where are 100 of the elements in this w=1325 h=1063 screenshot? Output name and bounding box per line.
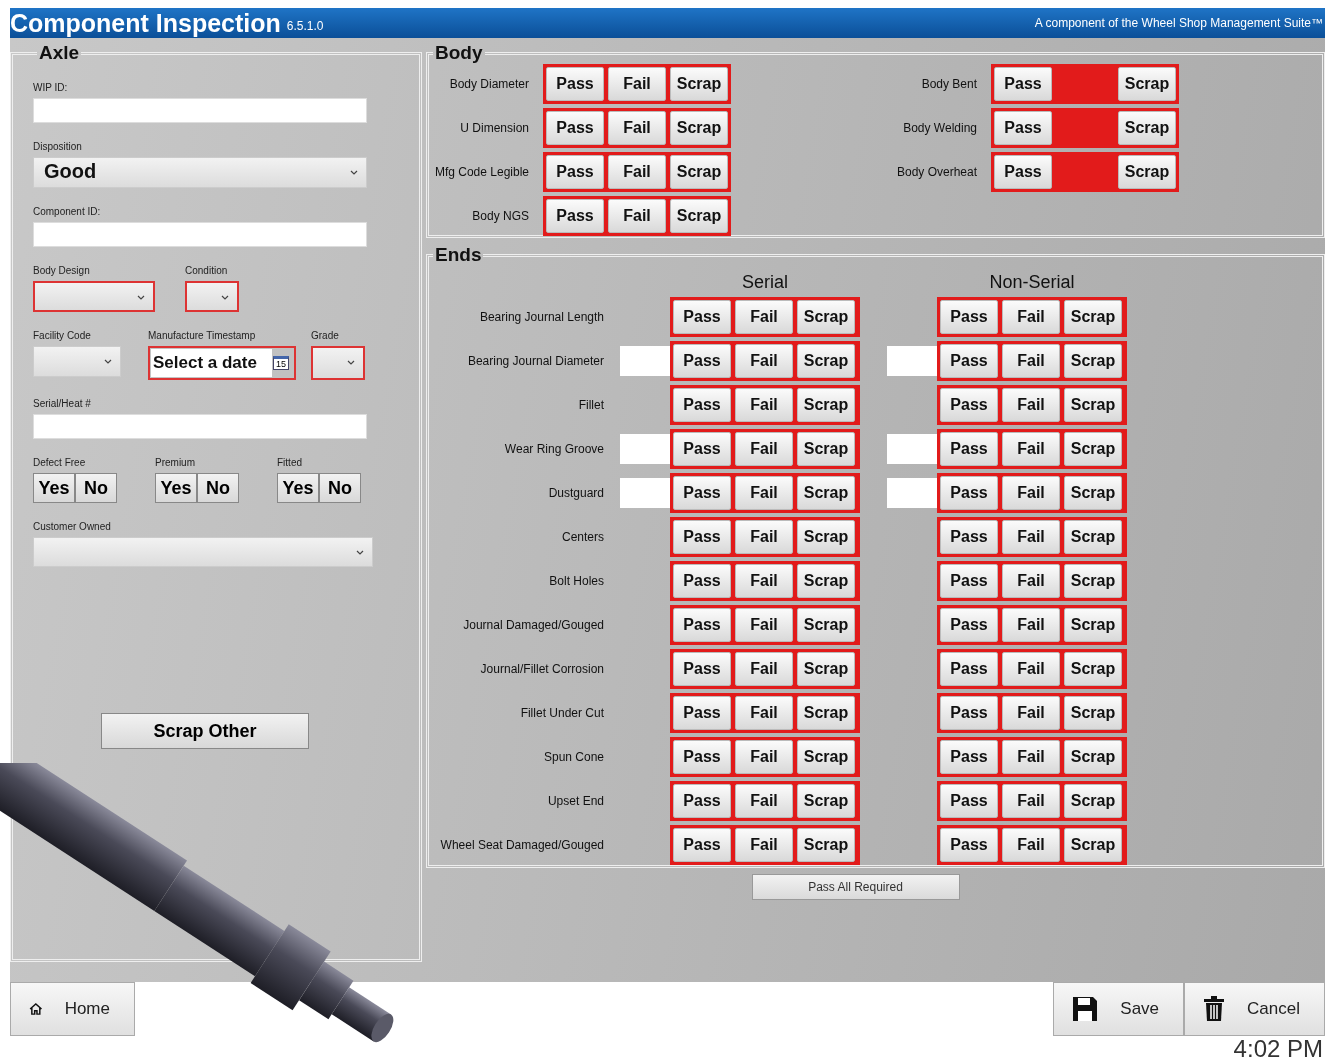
choice-button[interactable]: Fail	[735, 696, 793, 730]
choice-button[interactable]: Fail	[608, 155, 666, 189]
measurement-field[interactable]	[887, 478, 937, 508]
choice-button[interactable]: Pass	[940, 740, 998, 774]
dropdown[interactable]: Good	[33, 157, 367, 188]
choice-button[interactable]: Scrap	[1064, 608, 1122, 642]
choice-button[interactable]: Pass	[673, 696, 731, 730]
choice-button[interactable]: Scrap	[1064, 388, 1122, 422]
choice-button[interactable]: Fail	[735, 608, 793, 642]
calendar-icon[interactable]: 15	[273, 356, 289, 370]
choice-button[interactable]: Scrap	[1064, 344, 1122, 378]
choice-button[interactable]: Scrap	[1064, 784, 1122, 818]
measurement-field[interactable]	[620, 478, 670, 508]
choice-button[interactable]: Fail	[1002, 652, 1060, 686]
choice-button[interactable]: Pass	[673, 344, 731, 378]
choice-button[interactable]: Pass	[940, 652, 998, 686]
choice-button[interactable]: Pass	[940, 784, 998, 818]
choice-button[interactable]: Fail	[735, 520, 793, 554]
choice-button[interactable]: Pass	[546, 155, 604, 189]
choice-button[interactable]: Scrap	[1064, 520, 1122, 554]
choice-button[interactable]: Fail	[1002, 740, 1060, 774]
choice-button[interactable]: Scrap	[797, 564, 855, 598]
choice-button[interactable]: Scrap	[797, 388, 855, 422]
choice-button[interactable]: Scrap	[797, 520, 855, 554]
choice-button[interactable]: Pass	[673, 784, 731, 818]
scrap-other-button[interactable]: Scrap Other	[101, 713, 309, 749]
pass-all-button[interactable]: Pass All Required	[751, 874, 960, 900]
choice-button[interactable]: Fail	[735, 652, 793, 686]
toggle-button[interactable]: No	[319, 473, 361, 503]
choice-button[interactable]: Pass	[994, 111, 1052, 145]
choice-button[interactable]: Scrap	[1064, 300, 1122, 334]
text-field[interactable]	[33, 98, 367, 123]
toggle-button[interactable]: No	[75, 473, 117, 503]
choice-button[interactable]: Pass	[673, 432, 731, 466]
choice-button[interactable]: Fail	[735, 740, 793, 774]
choice-button[interactable]: Scrap	[1064, 476, 1122, 510]
measurement-field[interactable]	[620, 346, 670, 376]
choice-button[interactable]: Pass	[673, 476, 731, 510]
cancel-button[interactable]: Cancel	[1184, 982, 1325, 1036]
choice-button[interactable]: Fail	[1002, 344, 1060, 378]
choice-button[interactable]: Fail	[735, 300, 793, 334]
choice-button[interactable]: Pass	[940, 828, 998, 862]
dropdown[interactable]	[33, 281, 155, 312]
measurement-field[interactable]	[620, 434, 670, 464]
choice-button[interactable]: Pass	[546, 199, 604, 233]
choice-button[interactable]: Scrap	[797, 696, 855, 730]
choice-button[interactable]: Pass	[546, 67, 604, 101]
choice-button[interactable]: Scrap	[670, 111, 728, 145]
dropdown[interactable]	[311, 346, 365, 380]
choice-button[interactable]: Pass	[673, 608, 731, 642]
choice-button[interactable]: Fail	[735, 476, 793, 510]
choice-button[interactable]: Fail	[735, 564, 793, 598]
choice-button[interactable]: Pass	[940, 476, 998, 510]
choice-button[interactable]: Pass	[940, 344, 998, 378]
measurement-field[interactable]	[887, 434, 937, 464]
choice-button[interactable]: Fail	[1002, 564, 1060, 598]
choice-button[interactable]: Pass	[940, 300, 998, 334]
choice-button[interactable]: Scrap	[797, 608, 855, 642]
choice-button[interactable]: Fail	[1002, 432, 1060, 466]
choice-button[interactable]: Fail	[1002, 828, 1060, 862]
measurement-field[interactable]	[887, 346, 937, 376]
choice-button[interactable]: Scrap	[1064, 652, 1122, 686]
text-field[interactable]	[33, 414, 367, 439]
date-picker[interactable]: Select a date 15	[148, 346, 296, 380]
choice-button[interactable]: Scrap	[1118, 67, 1176, 101]
choice-button[interactable]: Scrap	[797, 344, 855, 378]
choice-button[interactable]: Pass	[940, 432, 998, 466]
choice-button[interactable]: Pass	[994, 67, 1052, 101]
choice-button[interactable]: Pass	[940, 608, 998, 642]
choice-button[interactable]: Pass	[673, 740, 731, 774]
text-field[interactable]	[33, 222, 367, 247]
choice-button[interactable]: Fail	[1002, 476, 1060, 510]
choice-button[interactable]: Fail	[735, 432, 793, 466]
choice-button[interactable]: Fail	[1002, 388, 1060, 422]
choice-button[interactable]: Pass	[673, 520, 731, 554]
toggle-button[interactable]: Yes	[33, 473, 75, 503]
choice-button[interactable]: Pass	[940, 696, 998, 730]
choice-button[interactable]: Scrap	[670, 199, 728, 233]
choice-button[interactable]: Fail	[735, 388, 793, 422]
choice-button[interactable]: Pass	[673, 828, 731, 862]
choice-button[interactable]: Pass	[673, 300, 731, 334]
choice-button[interactable]: Scrap	[1118, 155, 1176, 189]
choice-button[interactable]: Fail	[735, 784, 793, 818]
choice-button[interactable]: Scrap	[670, 67, 728, 101]
choice-button[interactable]: Fail	[608, 199, 666, 233]
choice-button[interactable]: Scrap	[1064, 740, 1122, 774]
choice-button[interactable]: Pass	[940, 564, 998, 598]
choice-button[interactable]: Fail	[608, 111, 666, 145]
choice-button[interactable]: Pass	[546, 111, 604, 145]
choice-button[interactable]: Pass	[673, 388, 731, 422]
choice-button[interactable]: Scrap	[1064, 564, 1122, 598]
choice-button[interactable]: Scrap	[797, 300, 855, 334]
save-button[interactable]: Save	[1053, 982, 1185, 1036]
toggle-button[interactable]: Yes	[277, 473, 319, 503]
choice-button[interactable]: Scrap	[797, 828, 855, 862]
choice-button[interactable]: Scrap	[797, 432, 855, 466]
choice-button[interactable]: Fail	[735, 344, 793, 378]
toggle-button[interactable]: Yes	[155, 473, 197, 503]
choice-button[interactable]: Scrap	[797, 476, 855, 510]
choice-button[interactable]: Scrap	[1064, 828, 1122, 862]
